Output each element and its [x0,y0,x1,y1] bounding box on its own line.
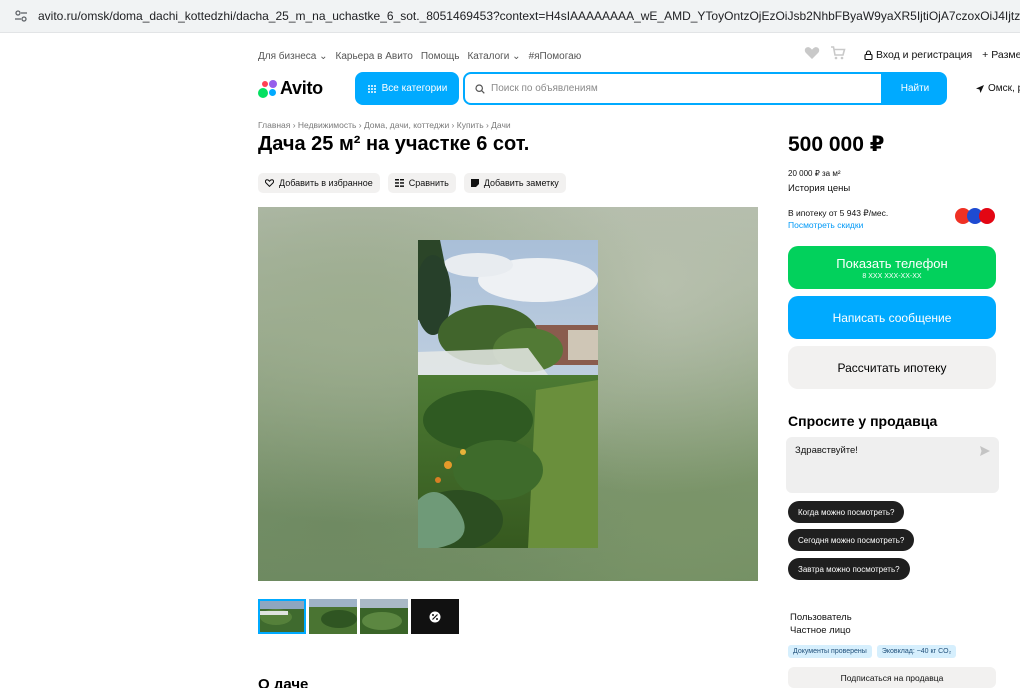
site-settings-icon[interactable] [14,9,28,23]
topnav-help[interactable]: Помощь [421,51,460,62]
avito-logo-text: Avito [280,78,323,98]
send-icon[interactable] [980,446,990,456]
cart-icon[interactable] [830,46,846,63]
browser-address-bar[interactable]: avito.ru/omsk/doma_dachi_kottedzhi/dacha… [0,0,1020,33]
percent-badge-icon [429,611,441,622]
top-nav: Для бизнеса ⌄ Карьера в Авито Помощь Кат… [258,49,581,63]
favorites-heart-icon[interactable] [804,46,820,63]
quick-question-when[interactable]: Когда можно посмотреть? [788,501,905,523]
grid-icon [367,84,376,93]
main-photo[interactable] [418,240,598,548]
quick-question-tomorrow[interactable]: Завтра можно посмотреть? [788,558,910,580]
city-label: Омск, р [988,83,1020,94]
breadcrumb[interactable]: Главная › Недвижимость › Дома, дачи, кот… [258,120,511,130]
topnav-business[interactable]: Для бизнеса ⌄ [258,51,328,62]
topnav-catalogs[interactable]: Каталоги ⌄ [467,51,520,62]
add-to-favorites-button[interactable]: Добавить в избранное [258,173,380,193]
note-icon [470,179,479,187]
add-to-favorites-label: Добавить в избранное [279,178,373,188]
calc-mortgage-button[interactable]: Рассчитать ипотеку [788,346,996,389]
listing-actions: Добавить в избранное Сравнить Добавить з… [258,173,566,193]
topnav-ihelp[interactable]: #яПомогаю [529,51,582,62]
search-icon [475,83,485,94]
compare-label: Сравнить [408,178,449,188]
bank-logos-icon[interactable] [954,207,996,225]
price: 500 000 ₽ [788,133,885,156]
show-phone-label: Показать телефон [836,255,948,271]
city-selector[interactable]: Омск, р [976,83,1020,94]
url-text[interactable]: avito.ru/omsk/doma_dachi_kottedzhi/dacha… [38,9,1020,23]
login-link[interactable]: Вход и регистрация [864,49,972,61]
post-ad-link[interactable]: + Разме [982,49,1020,61]
seller-badges: Документы проверены Эковклад: ~40 кг CO₂ [788,645,957,658]
location-arrow-icon [976,84,984,93]
documents-verified-badge: Документы проверены [788,645,872,658]
add-note-label: Добавить заметку [483,178,559,188]
seller-type: Частное лицо [790,625,851,636]
ask-seller-input[interactable]: Здравствуйте! [786,437,999,493]
heart-outline-icon [265,179,274,187]
thumbnail-strip [258,599,459,634]
login-label: Вход и регистрация [876,48,973,61]
all-categories-button[interactable]: Все категории [355,72,459,105]
topnav-career[interactable]: Карьера в Авито [336,51,413,62]
avito-logo-mark-icon [258,79,278,98]
about-section-title: О даче [258,676,309,688]
thumbnail-1[interactable] [258,599,306,634]
search-input[interactable]: Поиск по объявлениям [463,72,883,105]
phone-mask: 8 XXX XXX-XX-XX [862,272,922,280]
add-note-button[interactable]: Добавить заметку [463,173,566,193]
thumbnail-more[interactable] [411,599,459,634]
search-placeholder: Поиск по объявлениям [491,83,598,94]
thumbnail-3[interactable] [360,599,408,634]
mortgage-text: В ипотеку от 5 943 ₽/мес. [788,208,889,218]
avito-logo[interactable]: Avito [258,78,323,99]
eco-contribution-badge: Эковклад: ~40 кг CO₂ [876,645,957,658]
page-title: Дача 25 м² на участке 6 сот. [258,133,530,155]
subscribe-seller-button[interactable]: Подписаться на продавца [788,667,996,688]
price-history-link[interactable]: История цены [788,183,850,194]
thumbnail-2[interactable] [309,599,357,634]
ask-seller-title: Спросите у продавца [788,413,938,429]
compare-button[interactable]: Сравнить [387,173,456,193]
write-message-button[interactable]: Написать сообщение [788,296,996,339]
seller-name[interactable]: Пользователь [790,612,852,623]
compare-icon [394,179,404,187]
find-button[interactable]: Найти [883,72,947,105]
ask-seller-text: Здравствуйте! [795,445,858,456]
lock-icon [864,49,873,60]
price-per-m2: 20 000 ₽ за м² [788,169,841,178]
all-categories-label: Все категории [381,83,448,94]
show-phone-button[interactable]: Показать телефон 8 XXX XXX-XX-XX [788,246,996,289]
top-right-nav: Вход и регистрация + Разме [804,46,1020,63]
discounts-link[interactable]: Посмотреть скидки [788,220,863,230]
quick-question-today[interactable]: Сегодня можно посмотреть? [788,529,915,551]
